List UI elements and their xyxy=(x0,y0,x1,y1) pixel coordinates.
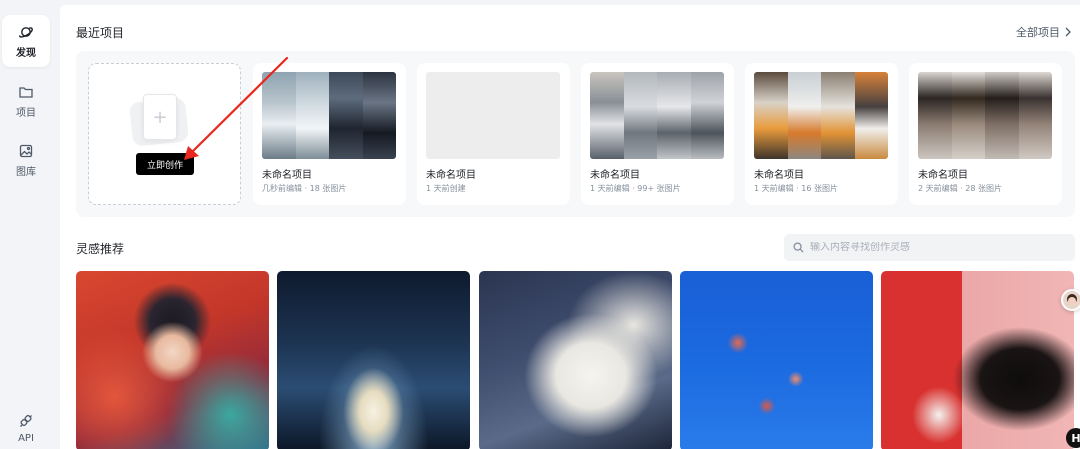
chevron-right-icon xyxy=(1065,27,1071,37)
inspiration-card[interactable] xyxy=(680,271,873,449)
project-thumbnail xyxy=(918,72,1052,159)
project-meta: 2 天前编辑 · 28 张图片 xyxy=(918,184,1002,193)
inspiration-card[interactable] xyxy=(277,271,470,449)
project-thumbnail xyxy=(262,72,396,159)
sidebar-item-projects[interactable]: 项目 xyxy=(2,75,50,127)
project-thumbnail xyxy=(754,72,888,159)
project-card[interactable]: 未命名项目 几秒前编辑 · 18 张图片 xyxy=(253,63,406,205)
project-meta: 1 天前编辑 · 16 张图片 xyxy=(754,184,838,193)
all-projects-label: 全部项目 xyxy=(1016,26,1060,39)
help-button[interactable]: H xyxy=(1066,428,1080,448)
project-card[interactable]: 未命名项目 1 天前创建 xyxy=(417,63,570,205)
image-icon xyxy=(19,144,33,157)
all-projects-link[interactable]: 全部项目 xyxy=(1016,24,1072,40)
search-input[interactable] xyxy=(810,242,1060,253)
project-meta: 几秒前编辑 · 18 张图片 xyxy=(262,184,347,193)
sidebar-item-api[interactable]: API xyxy=(2,402,50,449)
project-name: 未命名项目 xyxy=(754,170,804,181)
sidebar-item-discover[interactable]: 发现 xyxy=(2,15,50,67)
recent-projects-panel: + 立即创作 未命名项目 几秒前编辑 · 18 张图片 未命名项目 1 天前创建 xyxy=(76,51,1075,217)
sidebar: 发现 项目 图库 API xyxy=(0,0,55,449)
project-card[interactable]: 未命名项目 2 天前编辑 · 28 张图片 xyxy=(909,63,1062,205)
project-meta: 1 天前编辑 · 99+ 张图片 xyxy=(590,184,681,193)
project-thumbnail-empty xyxy=(426,72,560,159)
project-name: 未命名项目 xyxy=(590,170,640,181)
api-icon xyxy=(20,414,32,427)
main-content: 最近项目 全部项目 + 立即创作 未命名项目 几秒前编辑 · 18 张图片 未命… xyxy=(60,5,1080,449)
project-meta: 1 天前创建 xyxy=(426,184,466,193)
project-card[interactable]: 未命名项目 1 天前编辑 · 99+ 张图片 xyxy=(581,63,734,205)
new-document-icon: + xyxy=(128,94,190,147)
project-card[interactable]: 未命名项目 1 天前编辑 · 16 张图片 xyxy=(745,63,898,205)
inspiration-card[interactable] xyxy=(881,271,1074,449)
create-project-card[interactable]: + 立即创作 xyxy=(88,63,241,205)
folder-icon xyxy=(19,86,33,98)
project-name: 未命名项目 xyxy=(918,170,968,181)
search-icon xyxy=(793,242,804,253)
sidebar-item-label: 项目 xyxy=(16,107,36,119)
sidebar-item-label: 图库 xyxy=(16,166,36,178)
inspiration-card[interactable] xyxy=(76,271,269,449)
create-now-button[interactable]: 立即创作 xyxy=(136,153,194,175)
sidebar-item-label: API xyxy=(18,432,34,444)
sidebar-item-label: 发现 xyxy=(16,47,36,59)
planet-icon xyxy=(19,26,33,38)
inspiration-card[interactable] xyxy=(479,271,672,449)
floating-avatar[interactable] xyxy=(1061,289,1080,311)
inspiration-search[interactable] xyxy=(784,234,1075,261)
inspiration-title: 灵感推荐 xyxy=(76,242,125,256)
sidebar-item-gallery[interactable]: 图库 xyxy=(2,134,50,186)
project-name: 未命名项目 xyxy=(426,170,476,181)
project-name: 未命名项目 xyxy=(262,170,312,181)
recent-projects-title: 最近项目 xyxy=(76,26,125,40)
project-thumbnail xyxy=(590,72,724,159)
